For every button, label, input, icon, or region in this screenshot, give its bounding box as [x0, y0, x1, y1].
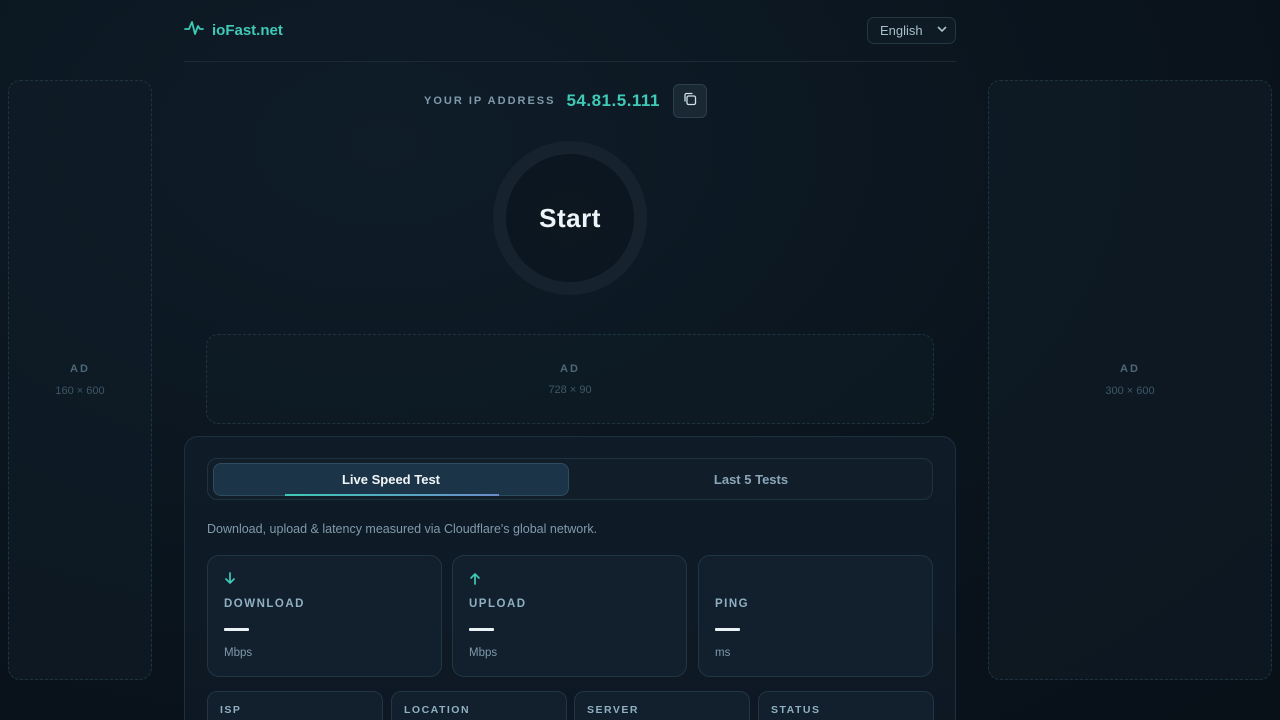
- ping-unit: ms: [715, 647, 731, 659]
- ad-left-skyscraper[interactable]: AD 160 × 600: [8, 80, 152, 680]
- arrow-up-icon: [469, 572, 481, 588]
- upload-value-placeholder: [469, 628, 494, 631]
- ping-card: PING ms: [698, 555, 933, 677]
- ping-value-placeholder: [715, 628, 740, 631]
- language-selected: English: [880, 23, 923, 38]
- ping-label: PING: [715, 598, 750, 610]
- tab-label: Last 5 Tests: [713, 472, 789, 487]
- brand-link[interactable]: ioFast.net: [184, 20, 283, 41]
- pulse-icon: [184, 20, 204, 41]
- status-card: STATUS: [758, 691, 934, 720]
- tab-active-indicator: [285, 494, 499, 496]
- ad-label: AD: [560, 362, 580, 375]
- arrow-down-icon: [224, 572, 236, 588]
- isp-card: ISP: [207, 691, 383, 720]
- server-card: SERVER: [574, 691, 750, 720]
- download-value-placeholder: [224, 628, 249, 631]
- copy-icon: [683, 92, 697, 111]
- tab-bar: Live Speed Test Last 5 Tests: [207, 458, 933, 500]
- ip-address-row: YOUR IP ADDRESS 54.81.5.111: [424, 84, 707, 118]
- language-select[interactable]: English: [867, 17, 956, 44]
- tab-live-speed-test[interactable]: Live Speed Test: [213, 463, 569, 496]
- ip-value: 54.81.5.111: [566, 91, 660, 110]
- ad-right-skyscraper[interactable]: AD 300 × 600: [988, 80, 1272, 680]
- upload-unit: Mbps: [469, 647, 498, 659]
- download-card: DOWNLOAD Mbps: [207, 555, 442, 677]
- location-label: LOCATION: [404, 704, 471, 716]
- download-label: DOWNLOAD: [224, 598, 305, 610]
- start-button[interactable]: Start: [493, 141, 647, 295]
- isp-label: ISP: [220, 704, 242, 716]
- ad-label: AD: [70, 363, 90, 375]
- download-unit: Mbps: [224, 647, 253, 659]
- status-label: STATUS: [771, 704, 821, 716]
- ad-size: 728 × 90: [548, 383, 592, 396]
- test-description: Download, upload & latency measured via …: [207, 522, 598, 536]
- ad-size: 160 × 600: [55, 385, 105, 397]
- speed-test-panel: Live Speed Test Last 5 Tests Download, u…: [184, 436, 956, 720]
- start-label: Start: [539, 202, 601, 233]
- copy-ip-button[interactable]: [672, 84, 707, 118]
- ad-banner[interactable]: AD 728 × 90: [206, 334, 934, 424]
- brand-name: ioFast.net: [212, 22, 283, 39]
- upload-card: UPLOAD Mbps: [452, 555, 687, 677]
- ad-label: AD: [1120, 363, 1140, 375]
- server-label: SERVER: [587, 704, 639, 716]
- chevron-down-icon: [937, 25, 947, 36]
- ip-label: YOUR IP ADDRESS: [424, 95, 556, 107]
- upload-label: UPLOAD: [469, 598, 527, 610]
- ad-size: 300 × 600: [1105, 385, 1155, 397]
- tab-label: Live Speed Test: [341, 472, 440, 487]
- tab-last-5-tests[interactable]: Last 5 Tests: [573, 463, 929, 496]
- location-card: LOCATION: [391, 691, 567, 720]
- header: ioFast.net English: [184, 0, 956, 62]
